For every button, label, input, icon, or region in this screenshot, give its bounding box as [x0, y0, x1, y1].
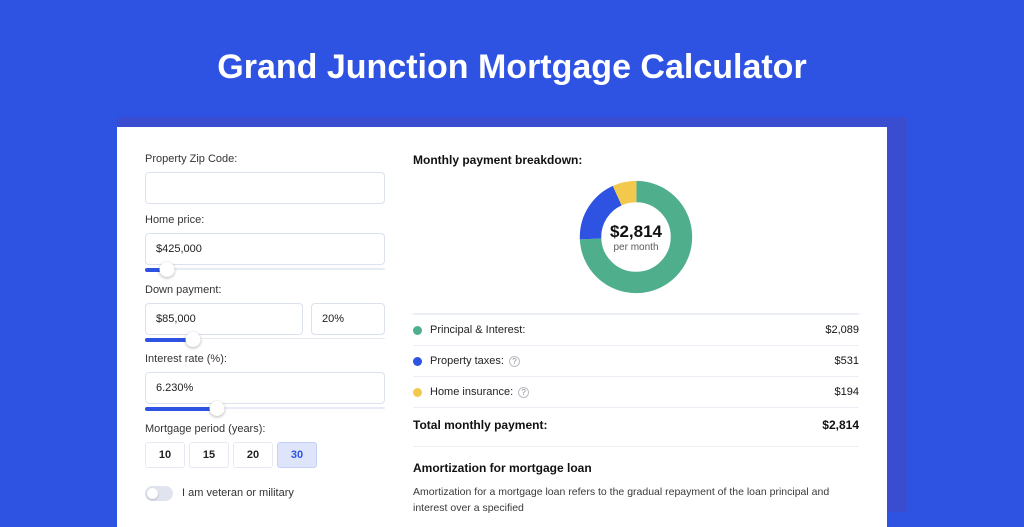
breakdown-line: Property taxes:?$531 — [413, 345, 859, 376]
slider-thumb[interactable] — [210, 401, 225, 416]
breakdown-line: Principal & Interest:$2,089 — [413, 314, 859, 345]
line-value: $2,089 — [825, 324, 859, 336]
veteran-toggle[interactable] — [145, 486, 173, 501]
line-label: Principal & Interest: — [430, 324, 825, 336]
slider-thumb[interactable] — [159, 262, 174, 277]
legend-dot — [413, 388, 422, 397]
amortization-box: Amortization for mortgage loan Amortizat… — [413, 446, 859, 517]
total-label: Total monthly payment: — [413, 418, 822, 432]
veteran-row: I am veteran or military — [145, 486, 385, 501]
period-btn-10[interactable]: 10 — [145, 442, 185, 468]
total-value: $2,814 — [822, 418, 859, 432]
breakdown-title: Monthly payment breakdown: — [413, 153, 859, 167]
donut-sub: per month — [613, 242, 658, 253]
zip-label: Property Zip Code: — [145, 153, 385, 165]
rate-field: Interest rate (%): — [145, 353, 385, 404]
down-payment-pct-input[interactable] — [311, 303, 385, 335]
period-label: Mortgage period (years): — [145, 423, 385, 435]
period-btn-15[interactable]: 15 — [189, 442, 229, 468]
line-label: Home insurance:? — [430, 386, 835, 398]
period-row: 10152030 — [145, 442, 385, 468]
down-payment-slider[interactable] — [145, 338, 385, 340]
line-value: $194 — [835, 386, 859, 398]
down-payment-field: Down payment: — [145, 284, 385, 335]
breakdown-column: Monthly payment breakdown: $2,814 per mo… — [413, 153, 859, 501]
down-payment-input[interactable] — [145, 303, 303, 335]
slider-thumb[interactable] — [186, 332, 201, 347]
home-price-input[interactable] — [145, 233, 385, 265]
rate-label: Interest rate (%): — [145, 353, 385, 365]
home-price-field: Home price: — [145, 214, 385, 265]
card-shadow: Property Zip Code: Home price: Down paym… — [117, 117, 907, 512]
line-value: $531 — [835, 355, 859, 367]
help-icon[interactable]: ? — [518, 387, 529, 398]
home-price-label: Home price: — [145, 214, 385, 226]
zip-input[interactable] — [145, 172, 385, 204]
page-title: Grand Junction Mortgage Calculator — [217, 48, 806, 87]
legend-dot — [413, 326, 422, 335]
calculator-card: Property Zip Code: Home price: Down paym… — [117, 127, 887, 527]
line-label: Property taxes:? — [430, 355, 835, 367]
donut-amount: $2,814 — [610, 222, 662, 242]
donut-chart: $2,814 per month — [576, 177, 696, 297]
breakdown-line: Home insurance:?$194 — [413, 376, 859, 407]
amortization-title: Amortization for mortgage loan — [413, 461, 859, 475]
total-row: Total monthly payment: $2,814 — [413, 407, 859, 446]
zip-field: Property Zip Code: — [145, 153, 385, 204]
rate-slider[interactable] — [145, 407, 385, 409]
legend-dot — [413, 357, 422, 366]
rate-input[interactable] — [145, 372, 385, 404]
toggle-knob — [147, 488, 158, 499]
home-price-slider[interactable] — [145, 268, 385, 270]
period-btn-30[interactable]: 30 — [277, 442, 317, 468]
period-btn-20[interactable]: 20 — [233, 442, 273, 468]
form-column: Property Zip Code: Home price: Down paym… — [145, 153, 385, 501]
donut-wrap: $2,814 per month — [413, 177, 859, 297]
down-payment-label: Down payment: — [145, 284, 385, 296]
help-icon[interactable]: ? — [509, 356, 520, 367]
veteran-label: I am veteran or military — [182, 487, 294, 499]
